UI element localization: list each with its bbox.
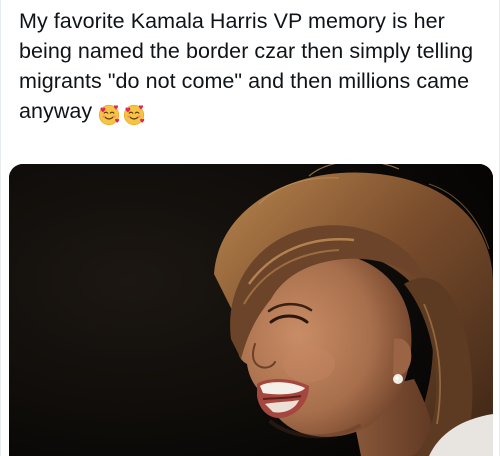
smiling-face-with-hearts-icon bbox=[124, 105, 145, 126]
post-text-block: My favorite Kamala Harris VP memory is h… bbox=[19, 6, 489, 129]
emoji-group bbox=[98, 99, 148, 129]
social-post: My favorite Kamala Harris VP memory is h… bbox=[0, 0, 500, 456]
photo-illustration bbox=[9, 164, 493, 456]
post-text: My favorite Kamala Harris VP memory is h… bbox=[19, 9, 474, 123]
post-photo[interactable] bbox=[9, 164, 493, 456]
smiling-face-with-hearts-icon bbox=[99, 105, 120, 126]
